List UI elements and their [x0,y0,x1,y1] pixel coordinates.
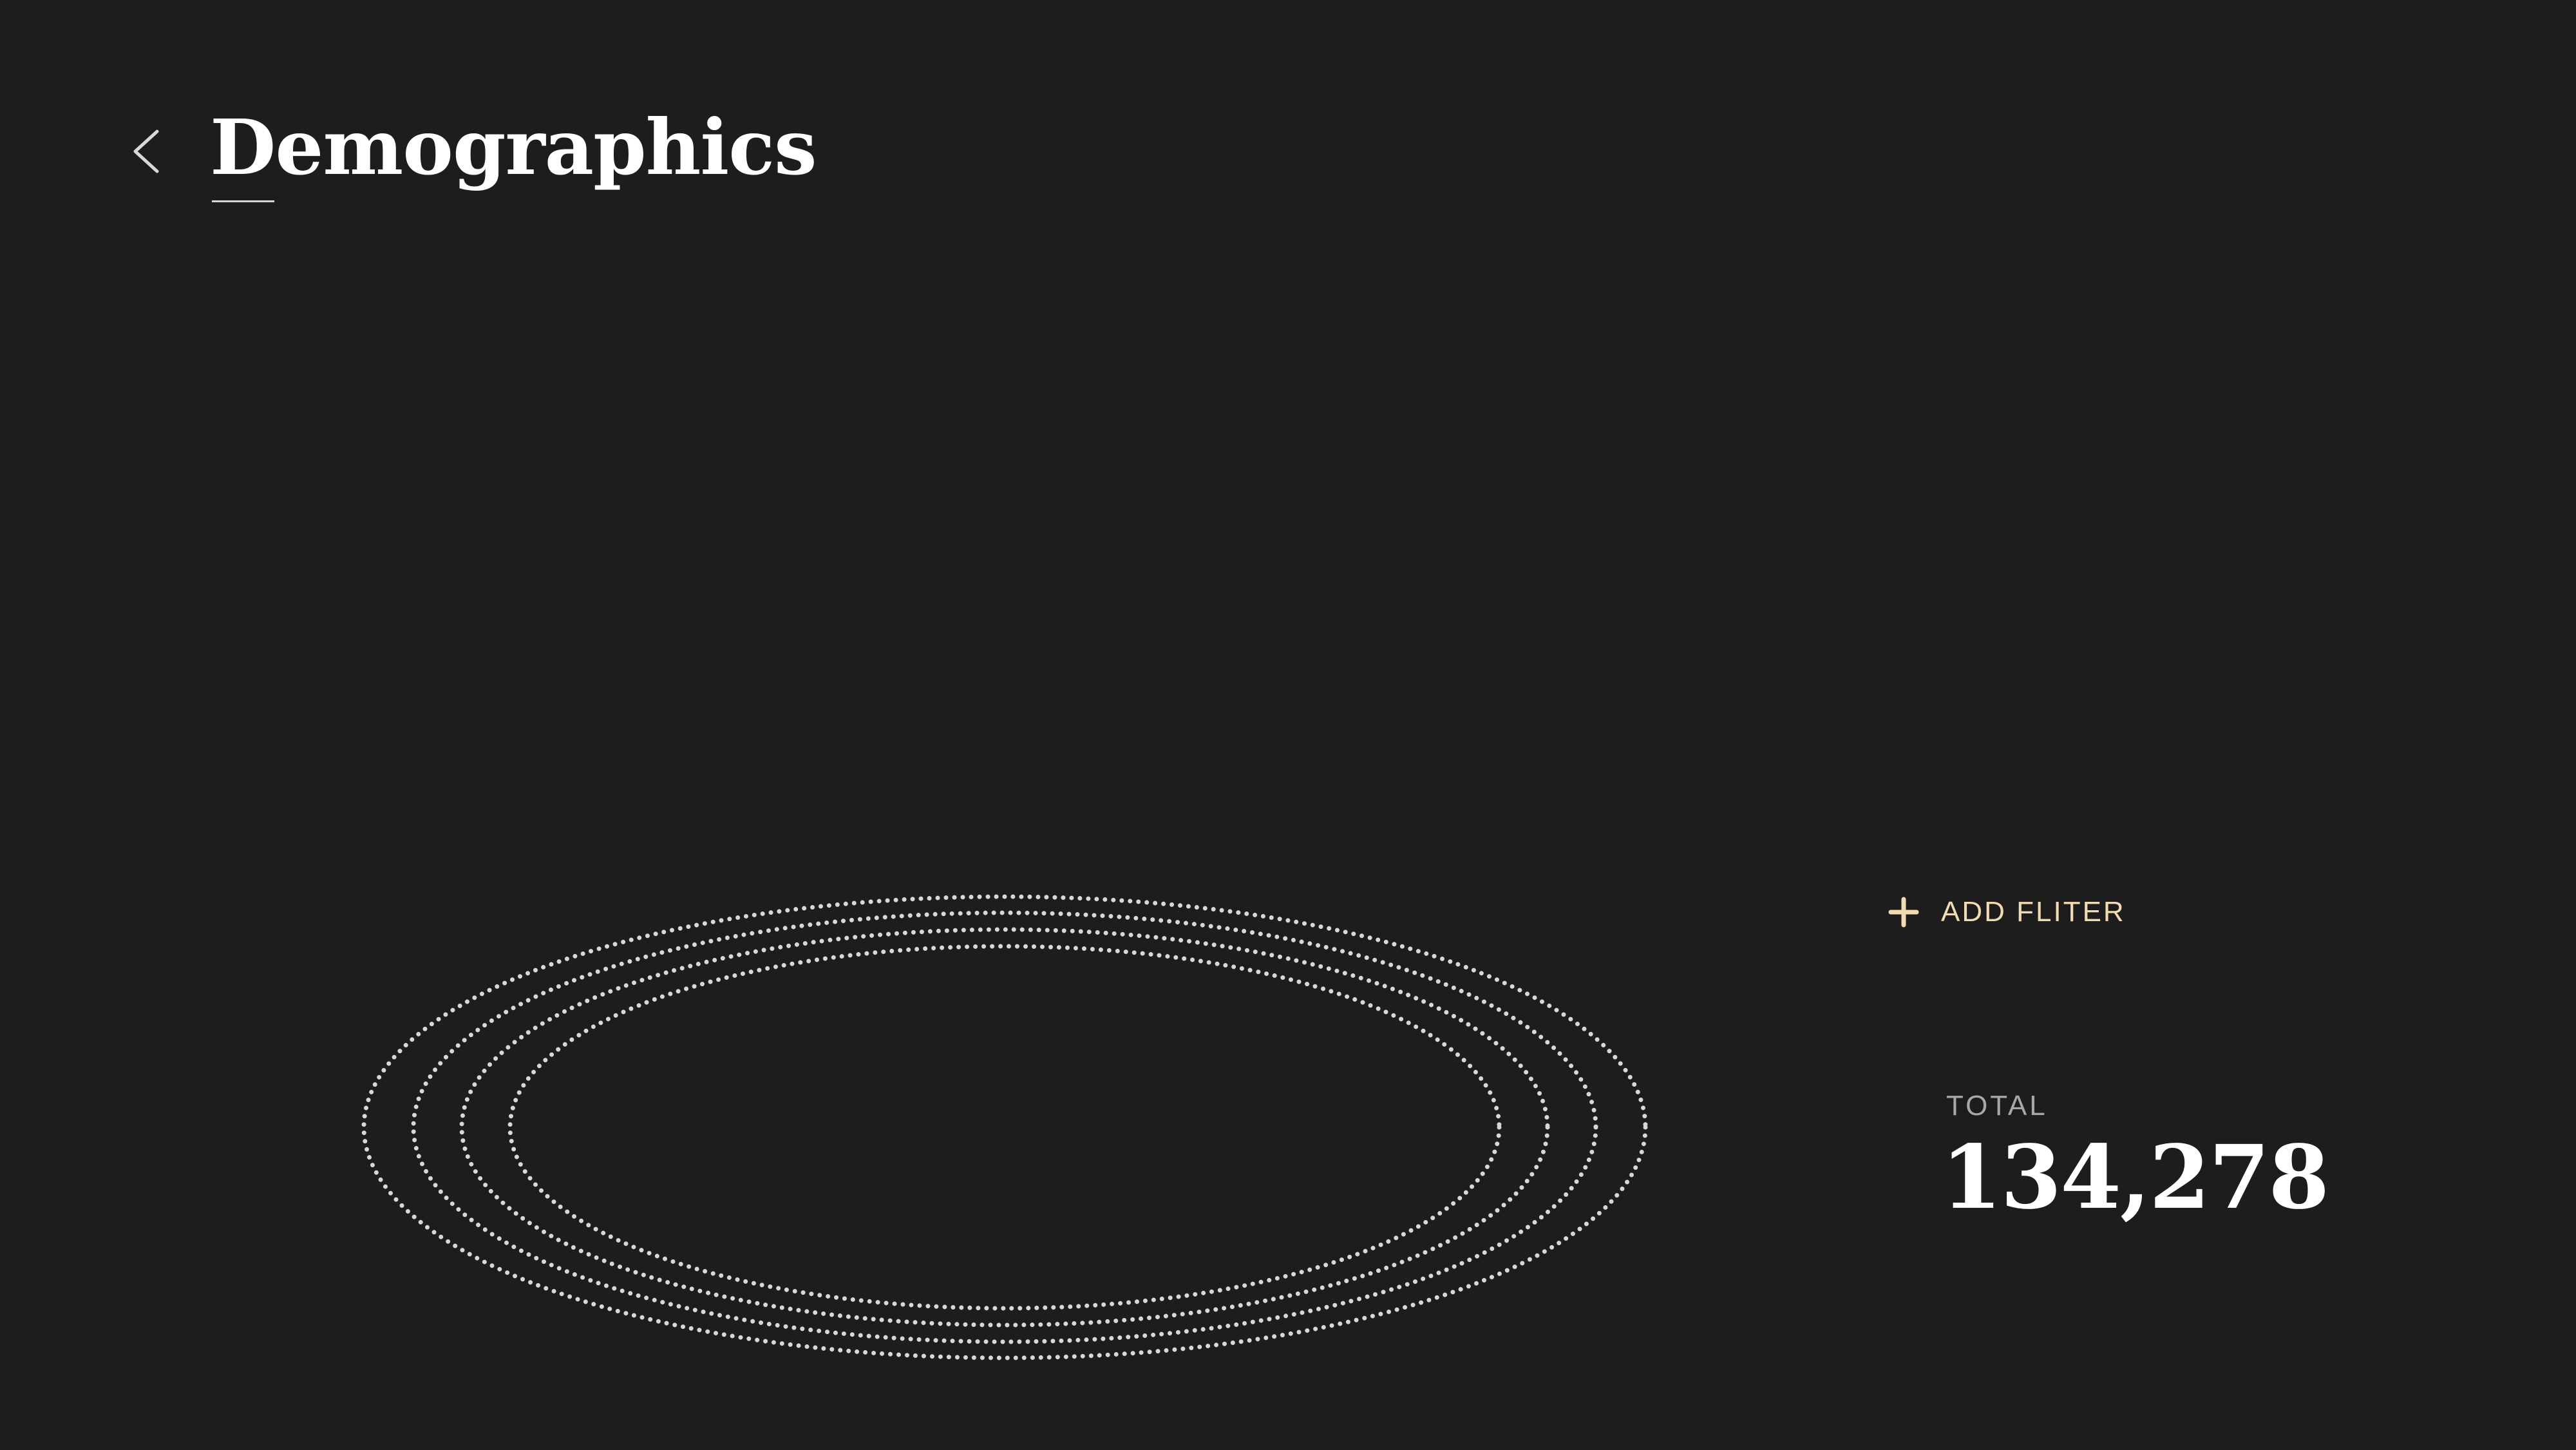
chevron-left-icon[interactable] [126,126,165,176]
ring-inner [507,944,1502,1311]
page-title: Demographics [210,102,817,192]
ring-second [411,910,1598,1344]
ring-outer [361,894,1648,1360]
plus-icon [1888,897,1919,928]
ring-third [459,927,1550,1328]
add-filter-label: ADD FLITER [1941,896,2126,928]
total-label: TOTAL [1946,1090,2048,1121]
concentric-dotted-rings [361,894,1648,1360]
total-value: 134,278 [1941,1126,2329,1229]
add-filter-button[interactable]: ADD FLITER [1888,890,2126,935]
title-underline [212,200,274,202]
